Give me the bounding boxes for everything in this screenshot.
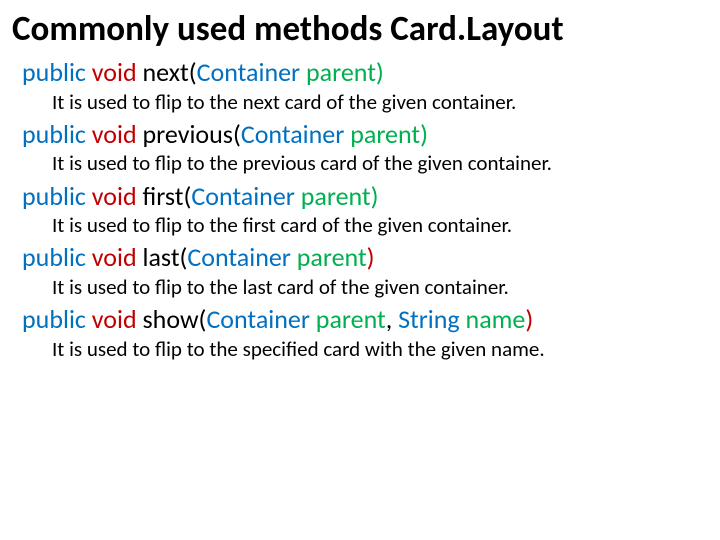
param-name: parent	[297, 241, 367, 273]
close-paren: )	[371, 180, 379, 212]
method-name: show(	[143, 303, 207, 335]
method-signature: public void first(Container parent)	[22, 180, 708, 213]
method-description: It is used to flip to the last card of t…	[52, 274, 708, 301]
method-signature: public void previous(Container parent)	[22, 118, 708, 151]
param-type: String	[398, 303, 465, 335]
param-type: Container	[187, 241, 296, 273]
keyword-void: void	[92, 303, 143, 335]
method-description: It is used to flip to the next card of t…	[52, 89, 708, 116]
keyword-public: public	[22, 118, 92, 150]
keyword-public: public	[22, 303, 92, 335]
method-description: It is used to flip to the specified card…	[52, 336, 708, 363]
method-description: It is used to flip to the first card of …	[52, 212, 708, 239]
close-paren: )	[420, 118, 428, 150]
close-paren: )	[367, 241, 375, 273]
param-name: parent	[301, 180, 371, 212]
param-name: parent	[306, 56, 376, 88]
method-name: previous(	[143, 118, 241, 150]
comma: ,	[386, 303, 398, 335]
method-name: first(	[143, 180, 192, 212]
method-name: next(	[143, 56, 197, 88]
keyword-public: public	[22, 241, 92, 273]
page-title: Commonly used methods Card.Layout	[12, 8, 708, 50]
param-type: Container	[206, 303, 315, 335]
close-paren: )	[376, 56, 384, 88]
method-signature: public void last(Container parent)	[22, 241, 708, 274]
method-description: It is used to flip to the previous card …	[52, 150, 708, 177]
param-name: parent	[350, 118, 420, 150]
close-paren: )	[525, 303, 533, 335]
keyword-void: void	[92, 56, 143, 88]
param-name: parent	[316, 303, 386, 335]
keyword-void: void	[92, 118, 143, 150]
keyword-public: public	[22, 56, 92, 88]
keyword-void: void	[92, 180, 143, 212]
method-signature: public void show(Container parent, Strin…	[22, 303, 708, 336]
param-name: name	[466, 303, 526, 335]
keyword-public: public	[22, 180, 92, 212]
method-signature: public void next(Container parent)	[22, 56, 708, 89]
method-name: last(	[143, 241, 188, 273]
param-type: Container	[191, 180, 300, 212]
param-type: Container	[241, 118, 350, 150]
keyword-void: void	[92, 241, 143, 273]
param-type: Container	[197, 56, 306, 88]
